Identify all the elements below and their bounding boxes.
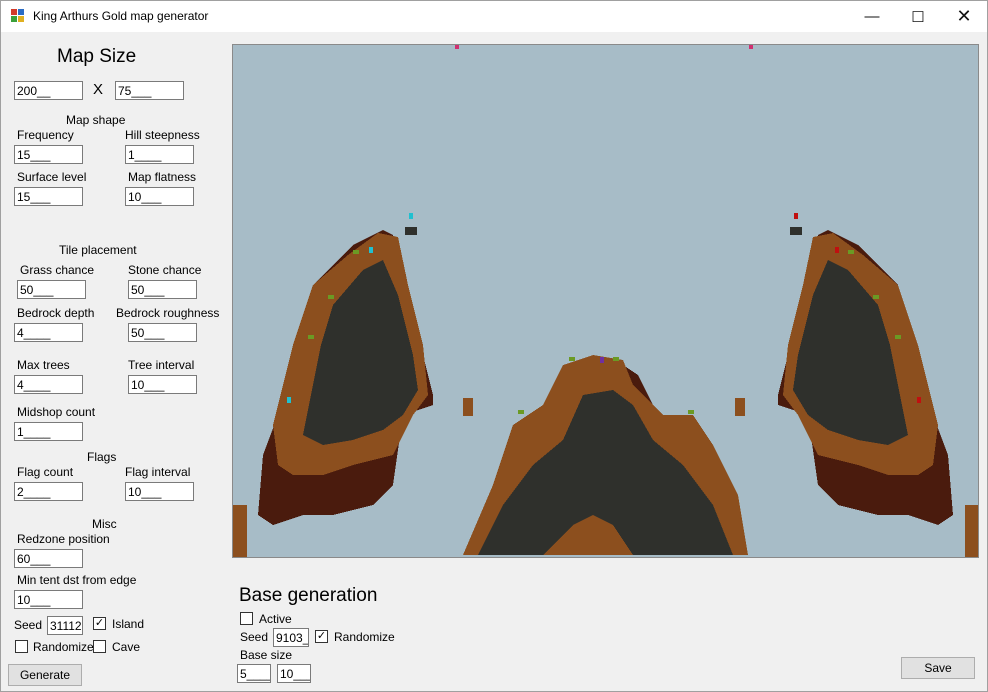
blue-tent-marker — [287, 397, 291, 403]
bedrock-roughness-input[interactable]: 50___ — [128, 323, 197, 342]
generate-button[interactable]: Generate — [8, 664, 82, 686]
minimize-icon[interactable]: — — [849, 1, 895, 32]
map-flatness-input[interactable]: 10___ — [125, 187, 194, 206]
stone-chance-label: Stone chance — [128, 263, 202, 277]
tree-interval-label: Tree interval — [128, 358, 195, 372]
redzone-position-input[interactable]: 60___ — [14, 549, 83, 568]
base-seed-input[interactable]: 9103_ — [273, 628, 309, 647]
map-canvas — [233, 45, 978, 557]
frequency-label: Frequency — [17, 128, 74, 142]
map-flatness-label: Map flatness — [128, 170, 197, 184]
title-bar: King Arthurs Gold map generator — ☐ ✕ — [1, 1, 987, 32]
x-label: X — [93, 81, 104, 98]
tile-placement-heading: Tile placement — [59, 243, 137, 257]
base-size-a-input[interactable]: 5____ — [237, 664, 271, 683]
midshop-marker — [600, 357, 604, 363]
frequency-input[interactable]: 15___ — [14, 145, 83, 164]
flag-interval-input[interactable]: 10___ — [125, 482, 194, 501]
base-size-b-input[interactable]: 10___ — [277, 664, 311, 683]
flag-interval-label: Flag interval — [125, 465, 191, 479]
cave-label: Cave — [112, 640, 141, 654]
red-flag-marker — [794, 213, 798, 219]
app-icon — [11, 9, 25, 23]
blue-tent-marker — [369, 247, 373, 253]
maximize-icon[interactable]: ☐ — [895, 1, 941, 32]
map-size-heading: Map Size — [57, 46, 137, 67]
surface-level-input[interactable]: 15___ — [14, 187, 83, 206]
red-flag-marker — [917, 397, 921, 403]
cave-checkbox[interactable] — [93, 640, 106, 653]
right-edge-dirt — [965, 505, 978, 557]
map-width-input[interactable]: 200__ — [14, 81, 83, 100]
right-hill — [778, 227, 953, 525]
left-hill — [258, 227, 433, 525]
base-seed-label: Seed — [240, 630, 269, 644]
floating-dirt-right — [735, 398, 745, 416]
grass-chance-label: Grass chance — [20, 263, 95, 277]
active-checkbox[interactable] — [240, 612, 253, 625]
min-tent-dst-input[interactable]: 10___ — [14, 590, 83, 609]
window-title: King Arthurs Gold map generator — [33, 9, 209, 23]
map-shape-heading: Map shape — [66, 113, 126, 127]
bedrock-roughness-label: Bedrock roughness — [116, 306, 220, 320]
midshop-count-label: Midshop count — [17, 405, 96, 419]
base-size-label: Base size — [240, 648, 293, 662]
min-tent-dst-label: Min tent dst from edge — [17, 573, 137, 587]
hill-steepness-label: Hill steepness — [125, 128, 200, 142]
base-randomize-label: Randomize — [334, 630, 395, 644]
grass-chance-input[interactable]: 50___ — [17, 280, 86, 299]
center-hill — [463, 355, 748, 555]
floating-dirt-left — [463, 398, 473, 416]
red-flag-marker — [835, 247, 839, 253]
island-checkbox[interactable]: ✓ — [93, 617, 106, 630]
seed-input[interactable]: 31112 — [47, 616, 83, 635]
map-preview — [232, 44, 979, 558]
close-icon[interactable]: ✕ — [941, 1, 987, 32]
base-randomize-checkbox[interactable]: ✓ — [315, 630, 328, 643]
app-window: King Arthurs Gold map generator — ☐ ✕ Ma… — [0, 0, 988, 692]
pink-marker — [749, 45, 753, 49]
base-generation-heading: Base generation — [239, 585, 378, 606]
midshop-count-input[interactable]: 1____ — [14, 422, 83, 441]
tree-interval-input[interactable]: 10___ — [128, 375, 197, 394]
left-edge-dirt — [233, 505, 247, 557]
bedrock-depth-label: Bedrock depth — [17, 306, 95, 320]
pink-marker — [455, 45, 459, 49]
max-trees-label: Max trees — [17, 358, 70, 372]
stone-chance-input[interactable]: 50___ — [128, 280, 197, 299]
redzone-position-label: Redzone position — [17, 532, 110, 546]
flag-count-input[interactable]: 2____ — [14, 482, 83, 501]
save-button[interactable]: Save — [901, 657, 975, 679]
flag-count-label: Flag count — [17, 465, 74, 479]
map-height-input[interactable]: 75___ — [115, 81, 184, 100]
surface-level-label: Surface level — [17, 170, 87, 184]
blue-tent-marker — [409, 213, 413, 219]
hill-steepness-input[interactable]: 1____ — [125, 145, 194, 164]
misc-heading: Misc — [92, 517, 117, 531]
seed-label: Seed — [14, 618, 43, 632]
flags-heading: Flags — [87, 450, 117, 464]
island-label: Island — [112, 617, 145, 631]
randomize-label: Randomize — [33, 640, 94, 654]
randomize-checkbox[interactable] — [15, 640, 28, 653]
max-trees-input[interactable]: 4____ — [14, 375, 83, 394]
bedrock-depth-input[interactable]: 4____ — [14, 323, 83, 342]
active-label: Active — [259, 612, 292, 626]
